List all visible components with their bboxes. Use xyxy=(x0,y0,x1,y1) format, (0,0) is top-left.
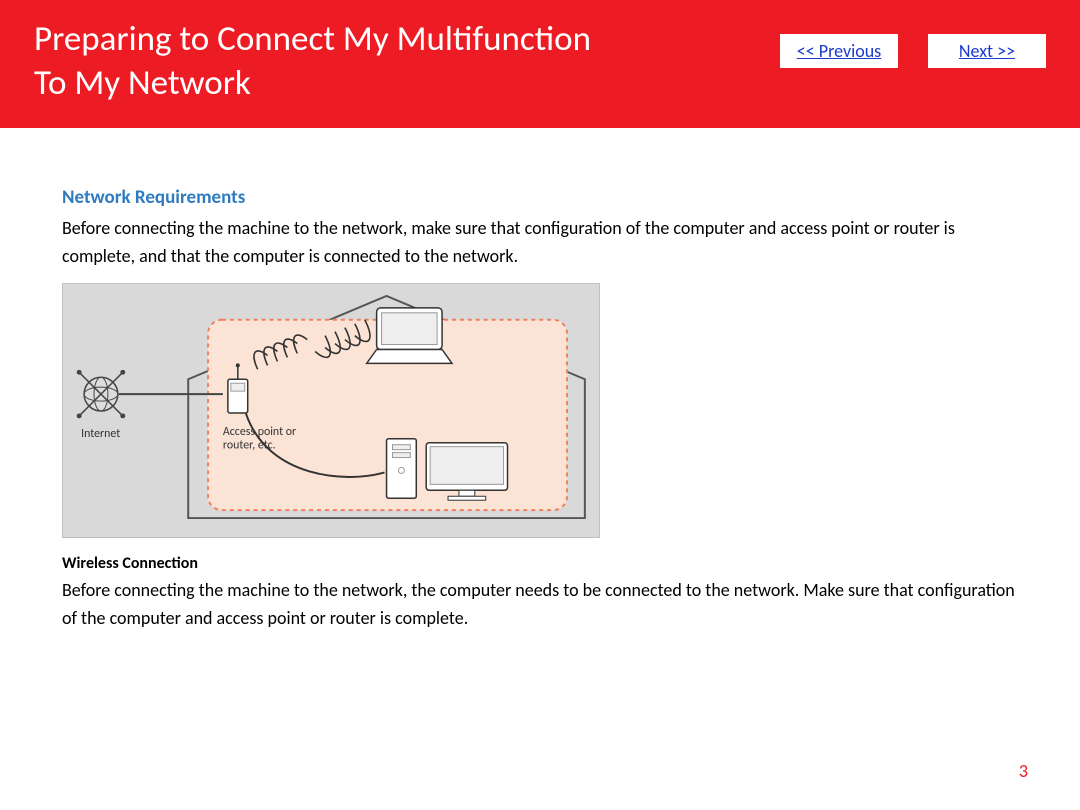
network-diagram-svg: Internet Access point or router, etc. xyxy=(69,290,595,526)
page-number: 3 xyxy=(1019,760,1028,782)
previous-button[interactable]: << Previous xyxy=(780,34,898,68)
next-button-label: Next >> xyxy=(959,40,1015,62)
nav-button-group: << Previous Next >> xyxy=(780,34,1046,68)
laptop-icon xyxy=(367,308,452,364)
internet-label: Internet xyxy=(81,427,120,441)
internet-globe-icon xyxy=(77,370,126,419)
page-content: Network Requirements Before connecting t… xyxy=(0,128,1080,633)
access-point-label-line1: Access point or xyxy=(223,425,296,439)
page-header: Preparing to Connect My Multifunction To… xyxy=(0,0,1080,128)
page-title: Preparing to Connect My Multifunction To… xyxy=(34,18,591,106)
access-point-label-line2: router, etc. xyxy=(223,438,276,452)
intro-paragraph: Before connecting the machine to the net… xyxy=(62,215,1018,271)
desktop-tower-icon xyxy=(387,439,417,498)
section-heading: Network Requirements xyxy=(62,186,1018,209)
network-diagram: Internet Access point or router, etc. xyxy=(62,283,600,538)
wireless-paragraph: Before connecting the machine to the net… xyxy=(62,577,1018,633)
previous-button-label: << Previous xyxy=(797,40,881,62)
wireless-subheading: Wireless Connection xyxy=(62,554,1018,573)
next-button[interactable]: Next >> xyxy=(928,34,1046,68)
